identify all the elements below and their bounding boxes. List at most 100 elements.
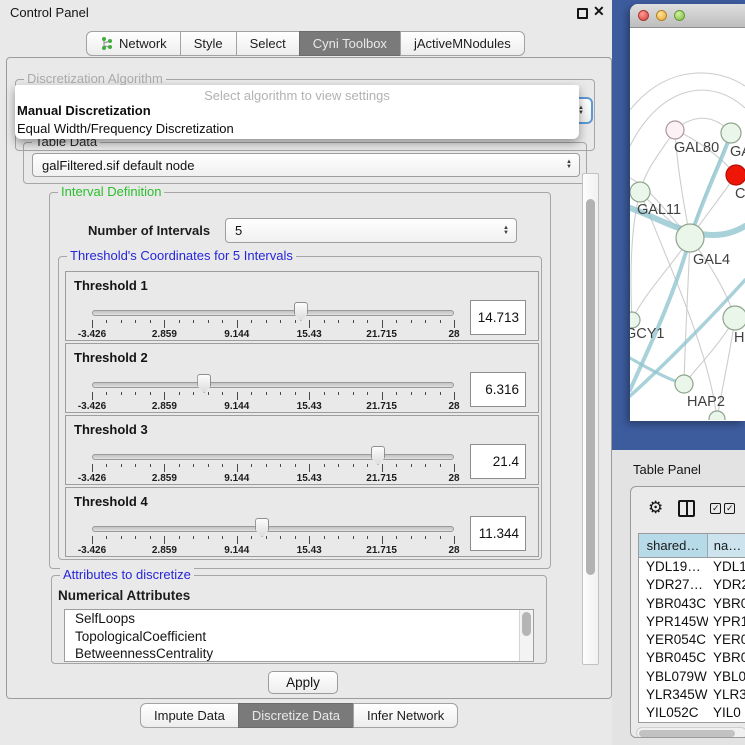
close-traffic-light-icon[interactable] [638,10,649,21]
panel-scrollbar[interactable] [582,173,599,665]
algorithm-option-equal-width-frequency-discretization[interactable]: Equal Width/Frequency Discretization [15,120,579,138]
cell-shared-name[interactable]: YDR27… [639,576,708,594]
network-node[interactable] [709,411,725,420]
threshold-label: Threshold 3 [74,422,148,437]
cell-name[interactable]: YLR3 [708,686,745,704]
threshold-value-field[interactable]: 14.713 [470,300,526,335]
cell-shared-name[interactable]: YDL19… [639,558,708,576]
tab-cyni-toolbox[interactable]: Cyni Toolbox [299,31,401,56]
cell-name[interactable]: YBR0 [708,595,745,613]
tab-jactivemnodules[interactable]: jActiveMNodules [400,31,525,56]
node-label: GA [730,144,745,160]
cell-shared-name[interactable]: YBL079W [639,668,708,686]
algorithm-option-manual-discretization[interactable]: Manual Discretization [15,102,579,120]
list-scrollbar-thumb[interactable] [522,612,531,636]
network-node-gal4[interactable] [676,224,704,252]
slider-thumb[interactable] [255,518,269,537]
table-panel: ⚙ ✓ ✓ shared… na… YDL19…YDL1YDR27…YDR2YB… [630,486,745,738]
table-row[interactable]: YBR045CYBR0 [639,649,745,667]
minimize-traffic-light-icon[interactable] [656,10,667,21]
table-row[interactable]: YBR043CYBR0 [639,595,745,613]
cell-name[interactable]: YDL1 [708,558,745,576]
network-node-h[interactable] [723,306,745,330]
node-table[interactable]: shared… na… YDL19…YDL1YDR27…YDR2YBR043CY… [638,533,745,723]
float-window-icon[interactable] [577,8,588,19]
table-panel-area: Table Panel ⚙ ✓ ✓ shared… na… YDL19…YDL1… [612,450,745,745]
combo-stepper-icon[interactable]: ▲▼ [566,160,572,170]
tab-network[interactable]: Network [86,31,181,56]
cell-name[interactable]: YER0 [708,631,745,649]
cell-shared-name[interactable]: YIL052C [639,704,708,722]
apply-button[interactable]: Apply [268,671,338,694]
network-node-hap2[interactable] [675,375,693,393]
checkbox-icon[interactable]: ✓ [710,503,721,514]
tab-select[interactable]: Select [236,31,300,56]
threshold-value-field[interactable]: 21.4 [470,444,526,479]
table-data-combobox[interactable]: galFiltered.sif default node ▲▼ [32,153,580,177]
network-node-gal11[interactable] [630,182,650,202]
num-intervals-combobox[interactable]: 5 ▲▼ [225,218,517,243]
slider-track[interactable] [92,526,454,532]
tick-label: 15.43 [297,473,322,484]
threshold-value-field[interactable]: 11.344 [470,516,526,551]
cell-shared-name[interactable]: YBR043C [639,595,708,613]
table-h-scrollbar-thumb[interactable] [639,730,735,737]
table-row[interactable]: YLR345WYLR3 [639,686,745,704]
slider-track[interactable] [92,310,454,316]
column-header-shared-name[interactable]: shared… [639,534,708,557]
cell-name[interactable]: YDR2 [708,576,745,594]
tab-infer-network[interactable]: Infer Network [353,703,458,728]
cell-name[interactable]: YIL0 [708,704,745,722]
column-header-name[interactable]: na… [708,534,745,557]
table-row[interactable]: YDL19…YDL1 [639,558,745,576]
slider-track[interactable] [92,382,454,388]
cell-shared-name[interactable]: YPR145W [639,613,708,631]
columns-icon[interactable] [678,500,695,517]
numerical-attributes-list[interactable]: SelfLoopsTopologicalCoefficientBetweenne… [64,609,534,662]
slider-track[interactable] [92,454,454,460]
table-row[interactable]: YDR27…YDR2 [639,576,745,594]
attribute-item-betweennesscentrality[interactable]: BetweennessCentrality [65,645,533,662]
table-row[interactable]: YER054CYER0 [639,631,745,649]
num-intervals-value: 5 [235,223,242,238]
checkbox-icon[interactable]: ✓ [724,503,735,514]
list-scrollbar[interactable] [519,610,533,661]
threshold-value-field[interactable]: 6.316 [470,372,526,407]
cell-name[interactable]: YBR0 [708,649,745,667]
cell-shared-name[interactable]: YER054C [639,631,708,649]
gear-icon[interactable]: ⚙ [648,498,663,518]
cell-shared-name[interactable]: YBR045C [639,649,708,667]
attribute-item-selfloops[interactable]: SelfLoops [65,610,533,628]
slider-thumb[interactable] [294,302,308,321]
table-row[interactable]: YBL079WYBL0 [639,668,745,686]
close-icon[interactable]: ✕ [593,3,605,20]
tab-style[interactable]: Style [180,31,237,56]
slider-thumb[interactable] [197,374,211,393]
network-node-gal80[interactable] [666,121,684,139]
table-header: shared… na… [639,534,745,558]
network-window-titlebar[interactable] [630,4,745,28]
network-node-ga[interactable] [721,123,741,143]
table-h-scrollbar[interactable] [636,727,745,738]
zoom-traffic-light-icon[interactable] [674,10,685,21]
table-row[interactable]: YIL052CYIL0 [639,704,745,722]
panel-scrollbar-thumb[interactable] [586,199,595,575]
tab-label: Select [250,32,286,55]
num-intervals-label: Number of Intervals [88,223,210,238]
cell-shared-name[interactable]: YLR345W [639,686,708,704]
cell-name[interactable]: YPR1 [708,613,745,631]
cell-name[interactable]: YBL0 [708,668,745,686]
slider-tick-labels: -3.4262.8599.14415.4321.71528 [92,329,454,341]
threshold-label: Threshold 2 [74,350,148,365]
attribute-item-topologicalcoefficient[interactable]: TopologicalCoefficient [65,628,533,646]
select-columns-icons[interactable]: ✓ ✓ [710,503,735,514]
tab-discretize-data[interactable]: Discretize Data [238,703,354,728]
network-canvas[interactable]: GAL80GACGAL11GAL4GCY1HHAP2 [630,28,745,420]
algorithm-prompt: Select algorithm to view settings [15,85,579,102]
table-row[interactable]: YPR145WYPR1 [639,613,745,631]
numerical-attributes-label: Numerical Attributes [58,588,190,603]
slider-thumb[interactable] [371,446,385,465]
network-node-c[interactable] [726,165,745,185]
tab-impute-data[interactable]: Impute Data [140,703,239,728]
combo-stepper-icon[interactable]: ▲▼ [503,226,509,236]
